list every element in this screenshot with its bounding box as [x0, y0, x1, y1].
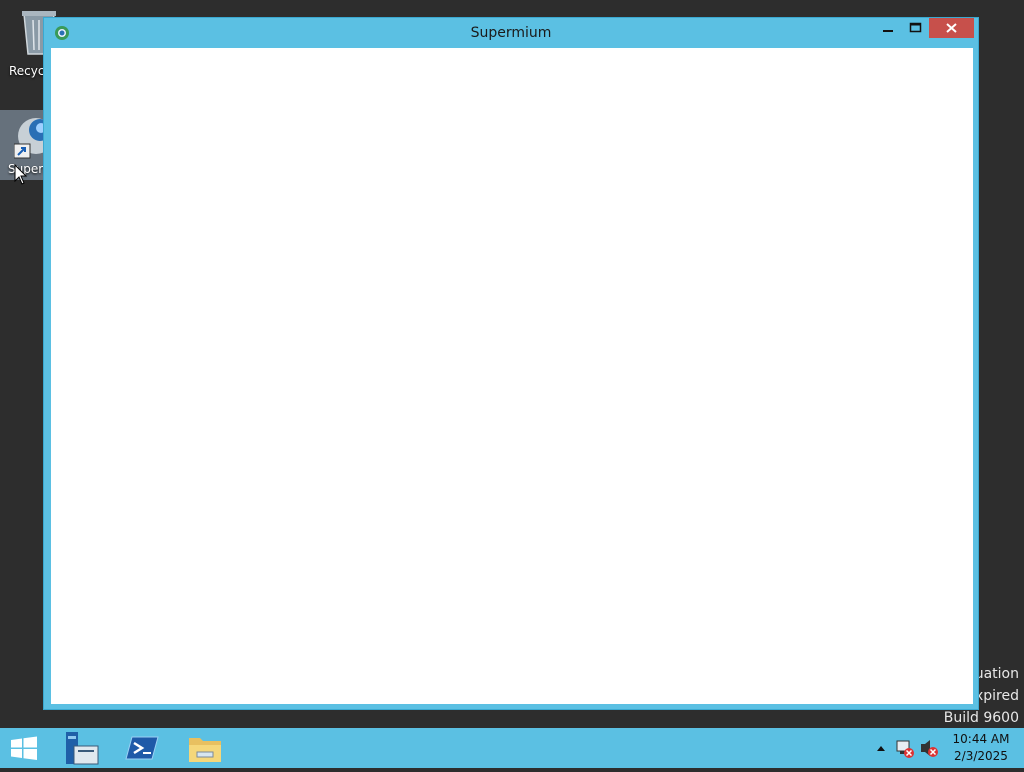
minimize-icon: [883, 30, 893, 32]
watermark-line-2: xpired: [974, 688, 1019, 704]
clock-time: 10:44 AM: [952, 732, 1010, 746]
close-icon: [946, 23, 957, 33]
powershell-icon: [125, 736, 159, 760]
windows-start-icon: [11, 736, 37, 760]
server-manager-button[interactable]: [56, 728, 106, 768]
minimize-button[interactable]: [875, 18, 902, 38]
window-titlebar[interactable]: Supermium: [44, 18, 978, 48]
clock-date: 2/3/2025: [954, 749, 1008, 763]
volume-tray-button[interactable]: [918, 728, 940, 768]
server-manager-icon: [66, 732, 99, 765]
recycle-bin-shortcut[interactable]: Recycl: [0, 6, 56, 78]
powershell-button[interactable]: [118, 728, 168, 768]
taskbar: 10:44 AM 2/3/2025: [0, 728, 1024, 768]
watermark-line-3: Build 9600: [943, 710, 1019, 726]
mouse-cursor-icon: [14, 164, 28, 185]
file-explorer-button[interactable]: [180, 728, 230, 768]
maximize-icon: [909, 22, 922, 33]
supermium-window[interactable]: Supermium: [43, 17, 979, 710]
supermium-app-icon: [14, 118, 46, 159]
window-title: Supermium: [470, 25, 552, 41]
watermark-line-1: uation: [974, 666, 1019, 682]
show-hidden-icons-button[interactable]: [872, 728, 890, 768]
file-explorer-icon: [189, 738, 221, 762]
start-button[interactable]: [0, 728, 48, 768]
close-button[interactable]: [929, 18, 974, 38]
network-disconnected-icon: [896, 740, 914, 758]
chevron-up-icon: [877, 746, 885, 751]
window-content-area[interactable]: [51, 48, 973, 704]
maximize-button[interactable]: [902, 18, 929, 38]
volume-muted-icon: [921, 740, 938, 757]
recycle-bin-label: Recycl: [9, 64, 48, 78]
network-tray-button[interactable]: [894, 728, 916, 768]
